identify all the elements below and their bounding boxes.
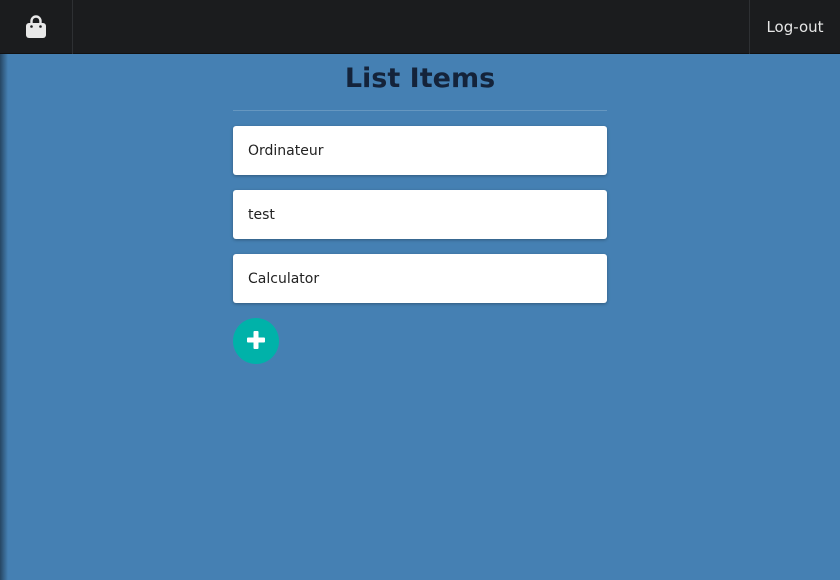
top-navbar: Log-out	[0, 0, 840, 54]
list-item-label: Ordinateur	[248, 142, 324, 159]
logout-button[interactable]: Log-out	[749, 0, 840, 54]
plus-icon	[247, 330, 265, 352]
list-item[interactable]: test	[233, 190, 607, 239]
main-content: List Items Ordinateur test Calculator	[233, 54, 607, 364]
list-item-label: Calculator	[248, 270, 320, 287]
page-title: List Items	[233, 54, 607, 111]
list-item[interactable]: Ordinateur	[233, 126, 607, 175]
left-edge-shadow	[0, 54, 8, 580]
add-item-button[interactable]	[233, 318, 279, 364]
list-item[interactable]: Calculator	[233, 254, 607, 303]
shopping-bag-icon	[25, 15, 47, 39]
list-item-label: test	[248, 206, 275, 223]
item-list: Ordinateur test Calculator	[233, 126, 607, 303]
brand-logo[interactable]	[0, 0, 73, 54]
